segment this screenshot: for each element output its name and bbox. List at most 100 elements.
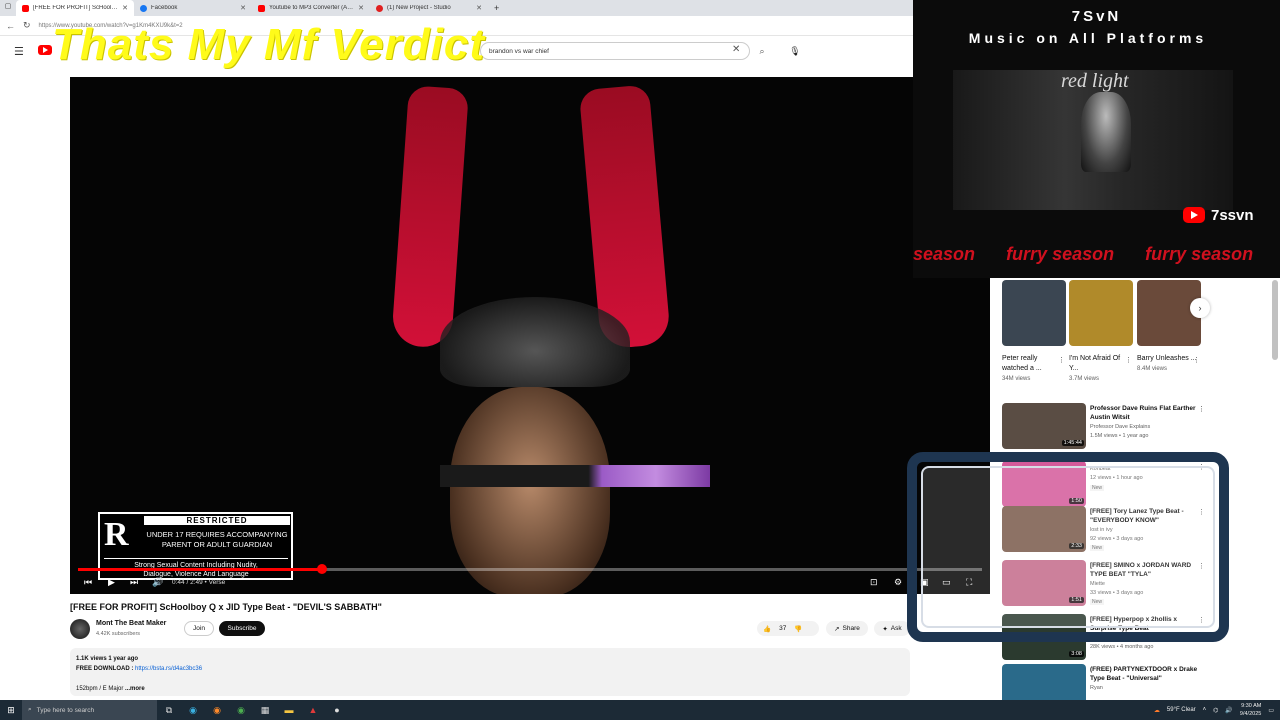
overlay-subtitle: Music on All Platforms [968, 30, 1208, 46]
download-link[interactable]: https://bsta.rs/d4ac3bc36 [135, 666, 202, 672]
channel-name[interactable]: Mont The Beat Maker [96, 620, 166, 627]
subscriber-count: 4.42K subscribers [96, 631, 141, 637]
browser-tab-1[interactable]: [FREE FOR PROFIT] ScHoolboy Q ✕ [16, 0, 134, 16]
description-box[interactable]: 1.1K views 1 year ago FREE DOWNLOAD : ht… [70, 648, 910, 696]
more-options-icon[interactable]: ⋮ [1193, 356, 1200, 364]
share-button[interactable]: ↗ Share [826, 621, 868, 636]
close-tab-icon[interactable]: ✕ [476, 4, 482, 12]
file-explorer-icon[interactable]: ▬ [277, 700, 301, 720]
tab-actions-icon[interactable]: ▢ [2, 2, 14, 14]
notifications-icon[interactable]: ▭ [1268, 707, 1274, 714]
converter-icon [258, 4, 265, 12]
shorts-shelf: Peter really watched a ... 34M views ⋮ I… [1002, 280, 1212, 390]
search-icon[interactable]: ⌕ [752, 42, 772, 60]
thumbs-down-icon[interactable]: 👎 [794, 625, 802, 633]
recommendation-item[interactable]: 1:45:44 Professor Dave Ruins Flat Earthe… [1002, 403, 1208, 451]
taskbar-search[interactable]: ⌕ Type here to search [22, 700, 157, 720]
chevron-up-icon[interactable]: ˄ [1203, 707, 1207, 713]
store-icon[interactable]: ▦ [253, 700, 277, 720]
short-item[interactable]: Barry Unleashes ... 8.4M views ⋮ [1137, 280, 1201, 372]
clear-search-icon[interactable]: ✕ [732, 44, 740, 55]
previous-icon[interactable]: ⏮ [84, 577, 92, 588]
sparkle-icon: ✦ [882, 625, 888, 633]
network-icon[interactable]: ⌬ [1213, 707, 1218, 714]
description-download: FREE DOWNLOAD : https://bsta.rs/d4ac3bc3… [76, 666, 203, 672]
windows-start-icon[interactable]: ⊞ [0, 700, 22, 720]
video-art-face [450, 387, 610, 594]
player-controls: ⏮ ▶ ⏭ 🔊 0:44 / 2:49 • Verse ⊡ ⚙ ▣ ▭ ⛶ [70, 573, 990, 593]
short-thumbnail[interactable] [1069, 280, 1133, 346]
more-options-icon[interactable]: ⋮ [1125, 356, 1132, 364]
more-options-icon[interactable]: ⋮ [1198, 405, 1205, 413]
show-more-button[interactable]: ...more [125, 686, 145, 692]
new-tab-button[interactable]: + [488, 3, 505, 13]
studio-icon [376, 4, 383, 12]
overlay-figure [1081, 92, 1131, 172]
video-thumbnail[interactable] [1002, 664, 1086, 700]
firefox-icon[interactable]: ◉ [205, 700, 229, 720]
scrollbar[interactable] [1272, 280, 1278, 360]
more-options-icon[interactable]: ⋮ [1058, 356, 1065, 364]
youtube-icon [22, 4, 29, 12]
video-art-crown [440, 297, 630, 387]
next-icon[interactable]: ⏭ [130, 577, 138, 588]
reload-icon[interactable]: ↻ [23, 20, 31, 31]
time-display: 0:44 / 2:49 • Verse [172, 579, 226, 586]
thumbs-up-icon: 👍 [763, 625, 772, 633]
close-tab-icon[interactable]: ✕ [358, 4, 364, 12]
weather-text[interactable]: 59°F Clear [1167, 707, 1196, 713]
volume-icon[interactable]: 🔊 [1225, 707, 1232, 714]
description-line: 152bpm / E Major ...more [76, 686, 145, 692]
menu-icon[interactable]: ☰ [14, 45, 24, 58]
short-thumbnail[interactable] [1002, 280, 1066, 346]
channel-avatar[interactable] [70, 619, 90, 639]
clock[interactable]: 9:30 AM 9/4/2025 [1240, 702, 1261, 718]
chevron-right-icon[interactable]: › [1190, 298, 1210, 318]
overlay-marquee: season furry season furry season [913, 244, 1254, 264]
video-player[interactable]: R RESTRICTED UNDER 17 REQUIRES ACCOMPANY… [70, 77, 990, 594]
search-input[interactable]: brandon vs war chief [480, 42, 750, 60]
progress-fill [78, 568, 323, 571]
mic-icon[interactable]: 🎙 [786, 42, 804, 60]
join-button[interactable]: Join [184, 621, 214, 636]
back-icon[interactable]: ← [6, 21, 15, 31]
chrome-icon[interactable]: ◉ [229, 700, 253, 720]
short-item[interactable]: Peter really watched a ... 34M views ⋮ [1002, 280, 1066, 382]
video-art-glitch [440, 465, 710, 487]
ask-button[interactable]: ✦ Ask [874, 621, 910, 636]
obs-icon[interactable]: ● [325, 700, 349, 720]
youtube-icon [1183, 207, 1205, 223]
stream-overlay: red light 7SvN Music on All Platforms 7s… [913, 0, 1280, 278]
weather-icon: ☁ [1153, 707, 1160, 714]
recommendation-item[interactable]: (FREE) PARTYNEXTDOOR x Drake Type Beat -… [1002, 664, 1208, 700]
play-icon[interactable]: ▶ [108, 577, 115, 588]
screen: ▢ [FREE FOR PROFIT] ScHoolboy Q ✕ Facebo… [0, 0, 1280, 720]
short-item[interactable]: I'm Not Afraid Of Y... 3.7M views ⋮ [1069, 280, 1133, 382]
task-view-icon[interactable]: ⧉ [157, 700, 181, 720]
youtube-logo-icon[interactable] [38, 45, 52, 55]
subscribe-button[interactable]: Subscribe [219, 621, 265, 636]
windows-taskbar: ⊞ ⌕ Type here to search ⧉ ◉ ◉ ◉ ▦ ▬ ▲ ● … [0, 700, 1280, 720]
verdict-overlay-text: Thats My Mf Verdict [52, 20, 485, 69]
close-tab-icon[interactable]: ✕ [240, 4, 246, 12]
browser-tab-4[interactable]: (1) New Project - Studio ✕ [370, 0, 488, 16]
progress-bar[interactable] [78, 564, 982, 574]
settings-icon[interactable]: ⚙ [894, 577, 902, 588]
like-button[interactable]: 👍 37 👎 [757, 621, 819, 636]
share-icon: ↗ [834, 625, 840, 633]
app-icon[interactable]: ▲ [301, 700, 325, 720]
volume-icon[interactable]: 🔊 [152, 577, 163, 588]
video-art-hand-left [391, 85, 469, 349]
webcam-frame-overlay [907, 452, 1229, 642]
description-stats: 1.1K views 1 year ago [76, 656, 139, 662]
video-title: [FREE FOR PROFIT] ScHoolboy Q x JID Type… [70, 602, 382, 612]
overlay-title: 7SvN [1071, 8, 1122, 25]
close-tab-icon[interactable]: ✕ [122, 4, 128, 12]
browser-tab-2[interactable]: Facebook ✕ [134, 0, 252, 16]
overlay-handle: 7ssvn [1211, 207, 1254, 224]
edge-icon[interactable]: ◉ [181, 700, 205, 720]
overlay-neon-sign: red light [1061, 70, 1129, 92]
system-tray: ☁ 59°F Clear ˄ ⌬ 🔊 9:30 AM 9/4/2025 ▭ [1154, 700, 1274, 720]
browser-tab-3[interactable]: Youtube to MP3 Converter (Ad-F ✕ [252, 0, 370, 16]
subtitles-icon[interactable]: ⊡ [870, 577, 878, 588]
